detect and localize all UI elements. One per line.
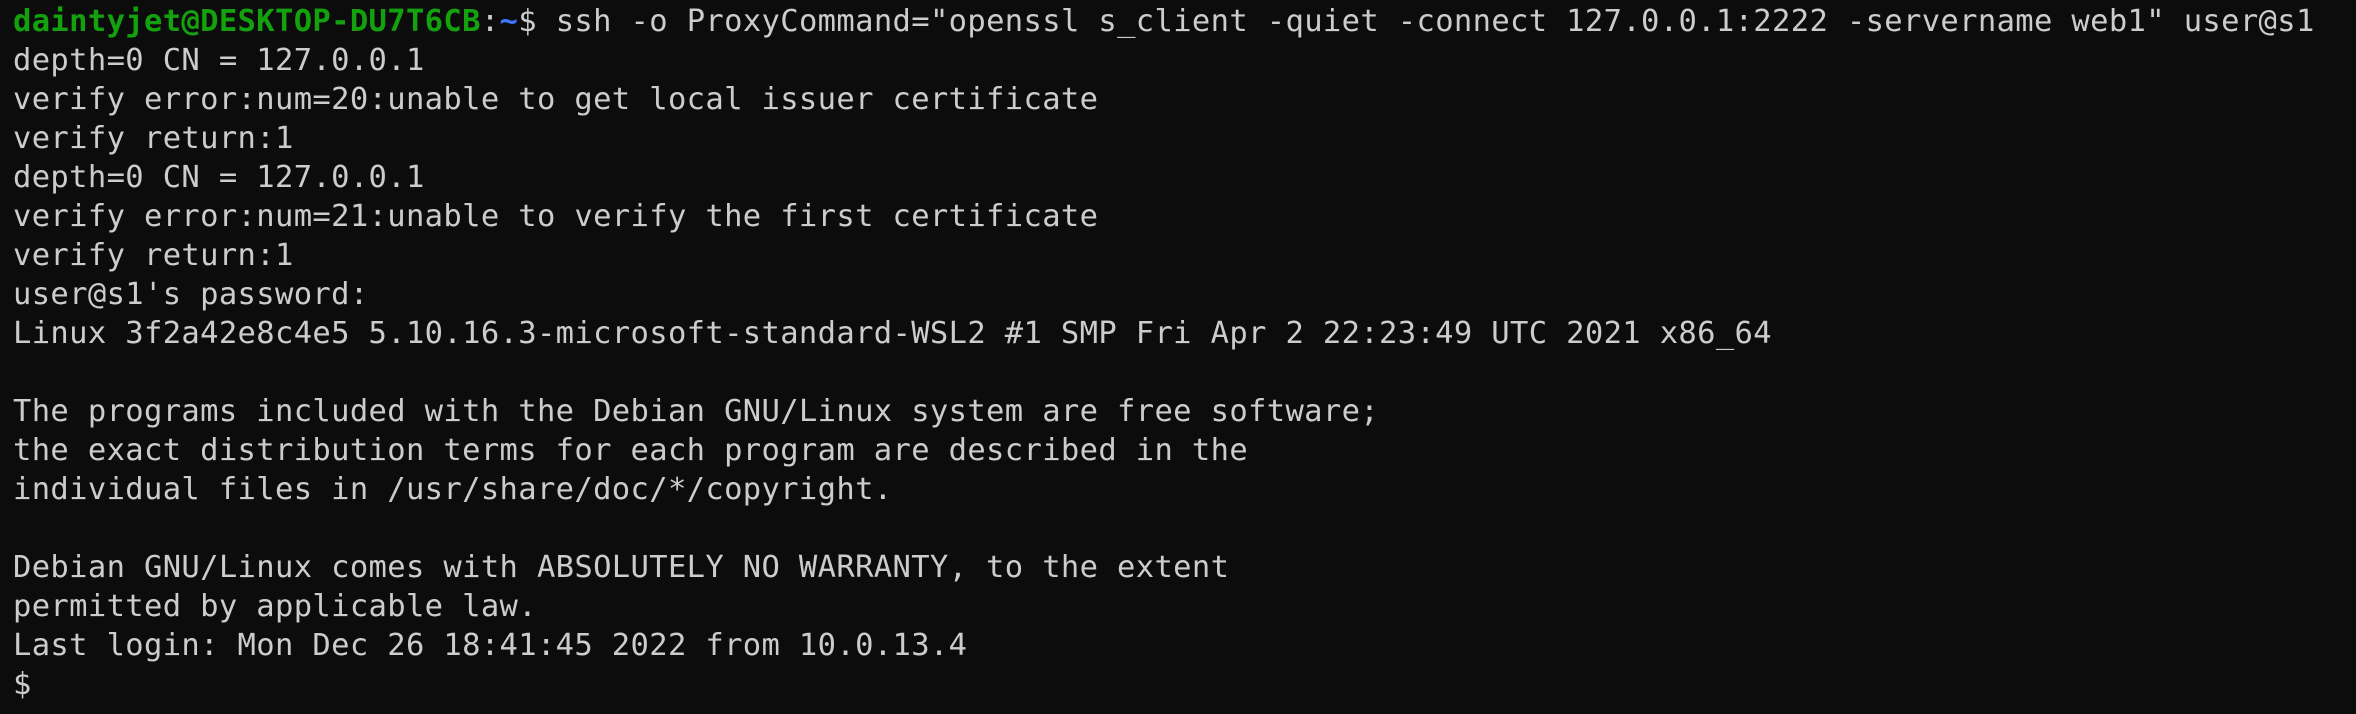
prompt-path: ~ [499, 4, 519, 39]
prompt-dollar: $ [518, 4, 556, 39]
output-line: depth=0 CN = 127.0.0.1 [13, 43, 425, 78]
remote-prompt-dollar: $ [13, 667, 32, 702]
output-line: individual files in /usr/share/doc/*/cop… [13, 472, 893, 507]
command-prompt-line: daintyjet@DESKTOP-DU7T6CB:~$ ssh -o Prox… [13, 2, 2356, 41]
output-line: The programs included with the Debian GN… [13, 394, 1380, 429]
output-line: verify return:1 [13, 121, 294, 156]
output-line: the exact distribution terms for each pr… [13, 433, 1249, 468]
output-line: Linux 3f2a42e8c4e5 5.10.16.3-microsoft-s… [13, 316, 1772, 351]
output-line: Last login: Mon Dec 26 18:41:45 2022 fro… [13, 628, 968, 663]
prompt-user-host: daintyjet@DESKTOP-DU7T6CB [13, 4, 481, 39]
remote-prompt-line[interactable]: $ [13, 665, 2356, 704]
output-line: Debian GNU/Linux comes with ABSOLUTELY N… [13, 550, 1230, 585]
output-line: verify return:1 [13, 238, 294, 273]
command-text: ssh -o ProxyCommand="openssl s_client -q… [555, 4, 2315, 39]
output-line: verify error:num=21:unable to verify the… [13, 199, 1099, 234]
terminal-window[interactable]: daintyjet@DESKTOP-DU7T6CB:~$ ssh -o Prox… [0, 0, 2356, 714]
password-prompt-line: user@s1's password: [13, 277, 369, 312]
output-line: permitted by applicable law. [13, 589, 537, 624]
output-line: depth=0 CN = 127.0.0.1 [13, 160, 425, 195]
prompt-colon: : [480, 4, 500, 39]
output-line: verify error:num=20:unable to get local … [13, 82, 1099, 117]
